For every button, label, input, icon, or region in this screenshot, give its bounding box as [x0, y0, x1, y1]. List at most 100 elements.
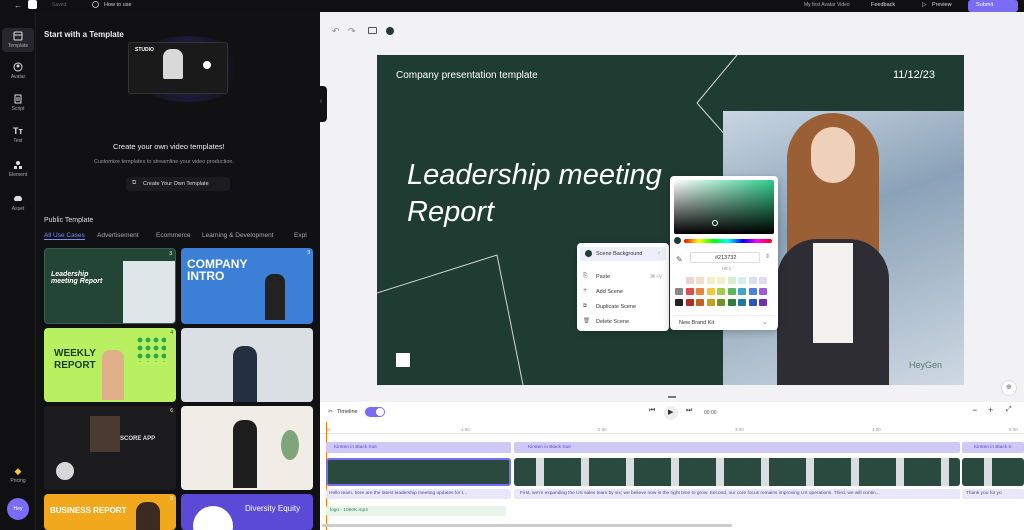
- color-saturation-area[interactable]: [674, 180, 774, 234]
- color-swatch[interactable]: [675, 299, 683, 306]
- template-card-person: [102, 350, 124, 400]
- color-swatch[interactable]: [696, 288, 704, 295]
- tab-explainer[interactable]: Expl: [294, 232, 307, 239]
- color-swatch[interactable]: [727, 288, 736, 295]
- rail-item-text[interactable]: Tт Text: [2, 126, 34, 144]
- mode-toggle-icon[interactable]: ⇕: [765, 253, 770, 260]
- scene-strip-selected[interactable]: [326, 458, 511, 486]
- menu-item-delete-scene[interactable]: 🗑 Delete Scene: [580, 316, 666, 328]
- scene-avatar-bar[interactable]: Kirsten in Black S: [962, 442, 1024, 453]
- color-swatch[interactable]: [696, 277, 704, 284]
- color-swatch[interactable]: [696, 299, 704, 306]
- scene-avatar-bar[interactable]: Kirsten in Black Suit: [326, 442, 511, 453]
- timeline-toggle[interactable]: [365, 407, 385, 417]
- menu-item-duplicate-scene[interactable]: ⧉ Duplicate Scene: [580, 301, 666, 313]
- template-card[interactable]: Diversity Equity: [181, 494, 313, 530]
- color-swatch[interactable]: [738, 277, 746, 284]
- help-icon[interactable]: [92, 1, 99, 8]
- expand-icon[interactable]: ⤢: [1006, 406, 1012, 414]
- script-bar[interactable]: Hello team, here are the latest leadersh…: [326, 489, 511, 499]
- color-swatch[interactable]: [759, 299, 767, 306]
- color-swatch[interactable]: [748, 288, 757, 295]
- color-cursor[interactable]: [712, 220, 718, 226]
- zoom-in-icon[interactable]: +: [988, 405, 993, 415]
- feedback-link[interactable]: Feedback: [871, 2, 895, 8]
- hue-slider[interactable]: [684, 239, 772, 243]
- color-swatch[interactable]: [706, 288, 715, 295]
- template-card[interactable]: Leadership meeting Report 3: [44, 248, 176, 324]
- how-to-use-link[interactable]: How to use: [104, 2, 132, 8]
- tab-advertisement[interactable]: Advertisement: [97, 232, 139, 239]
- template-card[interactable]: BUSINESS REPORT 8: [44, 494, 176, 530]
- scene-strip[interactable]: [962, 458, 1024, 486]
- scene-strip[interactable]: [514, 458, 960, 486]
- color-swatch[interactable]: [748, 299, 757, 306]
- script-bar[interactable]: Thank you for yo: [962, 489, 1024, 499]
- color-swatch[interactable]: [706, 299, 715, 306]
- color-swatch[interactable]: [748, 277, 757, 284]
- script-text: Thank you for yo: [966, 491, 1002, 496]
- zoom-button[interactable]: ⊕: [1001, 380, 1017, 396]
- color-swatch[interactable]: [685, 299, 694, 306]
- template-card-person: [136, 502, 160, 530]
- menu-item-label: Scene Background: [596, 251, 643, 257]
- color-swatch[interactable]: [717, 288, 725, 295]
- timeline-scrollbar[interactable]: [322, 524, 732, 527]
- redo-icon[interactable]: ↷: [348, 26, 356, 37]
- rail-item-avatar[interactable]: Avatar: [2, 62, 34, 80]
- tab-all-use-cases[interactable]: All Use Cases: [44, 232, 85, 240]
- template-card[interactable]: SCORE APP 6: [44, 406, 176, 490]
- media-track[interactable]: logo - 1080K.mp4: [326, 506, 506, 516]
- back-arrow-icon[interactable]: ←: [14, 1, 22, 10]
- menu-item-paste[interactable]: ⎘ Paste ⌘+V: [580, 271, 666, 283]
- script-icon: [14, 94, 22, 104]
- color-swatch[interactable]: [759, 277, 767, 284]
- template-card[interactable]: WEEKLY REPORT 4: [44, 328, 176, 402]
- color-swatch[interactable]: [685, 277, 694, 284]
- template-card[interactable]: COMPANY INTRO 3: [181, 248, 313, 324]
- create-template-button[interactable]: ⧉ Create Your Own Template: [126, 177, 230, 191]
- skip-back-icon[interactable]: ⏮: [649, 407, 655, 415]
- monitor-icon[interactable]: [368, 27, 377, 34]
- menu-item-add-scene[interactable]: + Add Scene: [580, 286, 666, 298]
- submit-button[interactable]: Submit: [968, 0, 1018, 12]
- rail-item-template[interactable]: Template: [2, 28, 34, 52]
- create-title: Create your own video templates!: [113, 142, 225, 151]
- preview-button[interactable]: Preview: [932, 2, 952, 8]
- color-swatch[interactable]: [727, 299, 736, 306]
- background-color-icon[interactable]: [386, 27, 394, 35]
- play-button[interactable]: ▶: [664, 406, 678, 420]
- rail-item-pricing[interactable]: ◆ Pricing: [2, 466, 34, 484]
- scene-avatar-bar[interactable]: Kirsten in Black Suit: [514, 442, 960, 453]
- undo-icon[interactable]: ↶: [332, 26, 340, 37]
- video-name[interactable]: My first Avatar Video: [804, 2, 850, 8]
- color-swatch[interactable]: [685, 288, 694, 295]
- resize-handle-icon[interactable]: [668, 396, 676, 398]
- color-swatch[interactable]: [717, 299, 725, 306]
- color-swatch[interactable]: [759, 288, 767, 295]
- brand-kit-select[interactable]: New Brand Kit ⌄: [674, 315, 774, 327]
- color-swatch[interactable]: [738, 288, 746, 295]
- collapse-panel-handle[interactable]: ‹: [318, 86, 327, 122]
- avatar-presenter[interactable]: [777, 113, 889, 385]
- eyedropper-icon[interactable]: ✎: [676, 255, 683, 264]
- color-swatch[interactable]: [738, 299, 746, 306]
- script-bar[interactable]: First, we're expanding the US sales team…: [514, 489, 960, 499]
- slide-title[interactable]: Leadership meeting Report: [407, 157, 697, 231]
- color-swatch[interactable]: [706, 277, 715, 284]
- hex-input[interactable]: #213732: [690, 252, 760, 263]
- color-swatch[interactable]: [717, 277, 725, 284]
- color-swatch[interactable]: [675, 288, 683, 295]
- tab-ecommerce[interactable]: Ecommerce: [156, 232, 191, 239]
- tab-learning[interactable]: Learning & Development: [202, 232, 274, 239]
- rail-item-script[interactable]: Script: [2, 94, 34, 112]
- rail-item-asset[interactable]: Asset: [2, 194, 34, 212]
- rail-item-element[interactable]: Element: [2, 160, 34, 178]
- template-card[interactable]: [181, 328, 313, 402]
- color-swatch[interactable]: [727, 277, 736, 284]
- zoom-out-icon[interactable]: −: [972, 405, 977, 415]
- skip-forward-icon[interactable]: ⏭: [686, 407, 692, 415]
- user-avatar[interactable]: Hey: [7, 498, 29, 520]
- menu-item-scene-background[interactable]: Scene Background ›: [580, 247, 666, 261]
- template-card[interactable]: [181, 406, 313, 490]
